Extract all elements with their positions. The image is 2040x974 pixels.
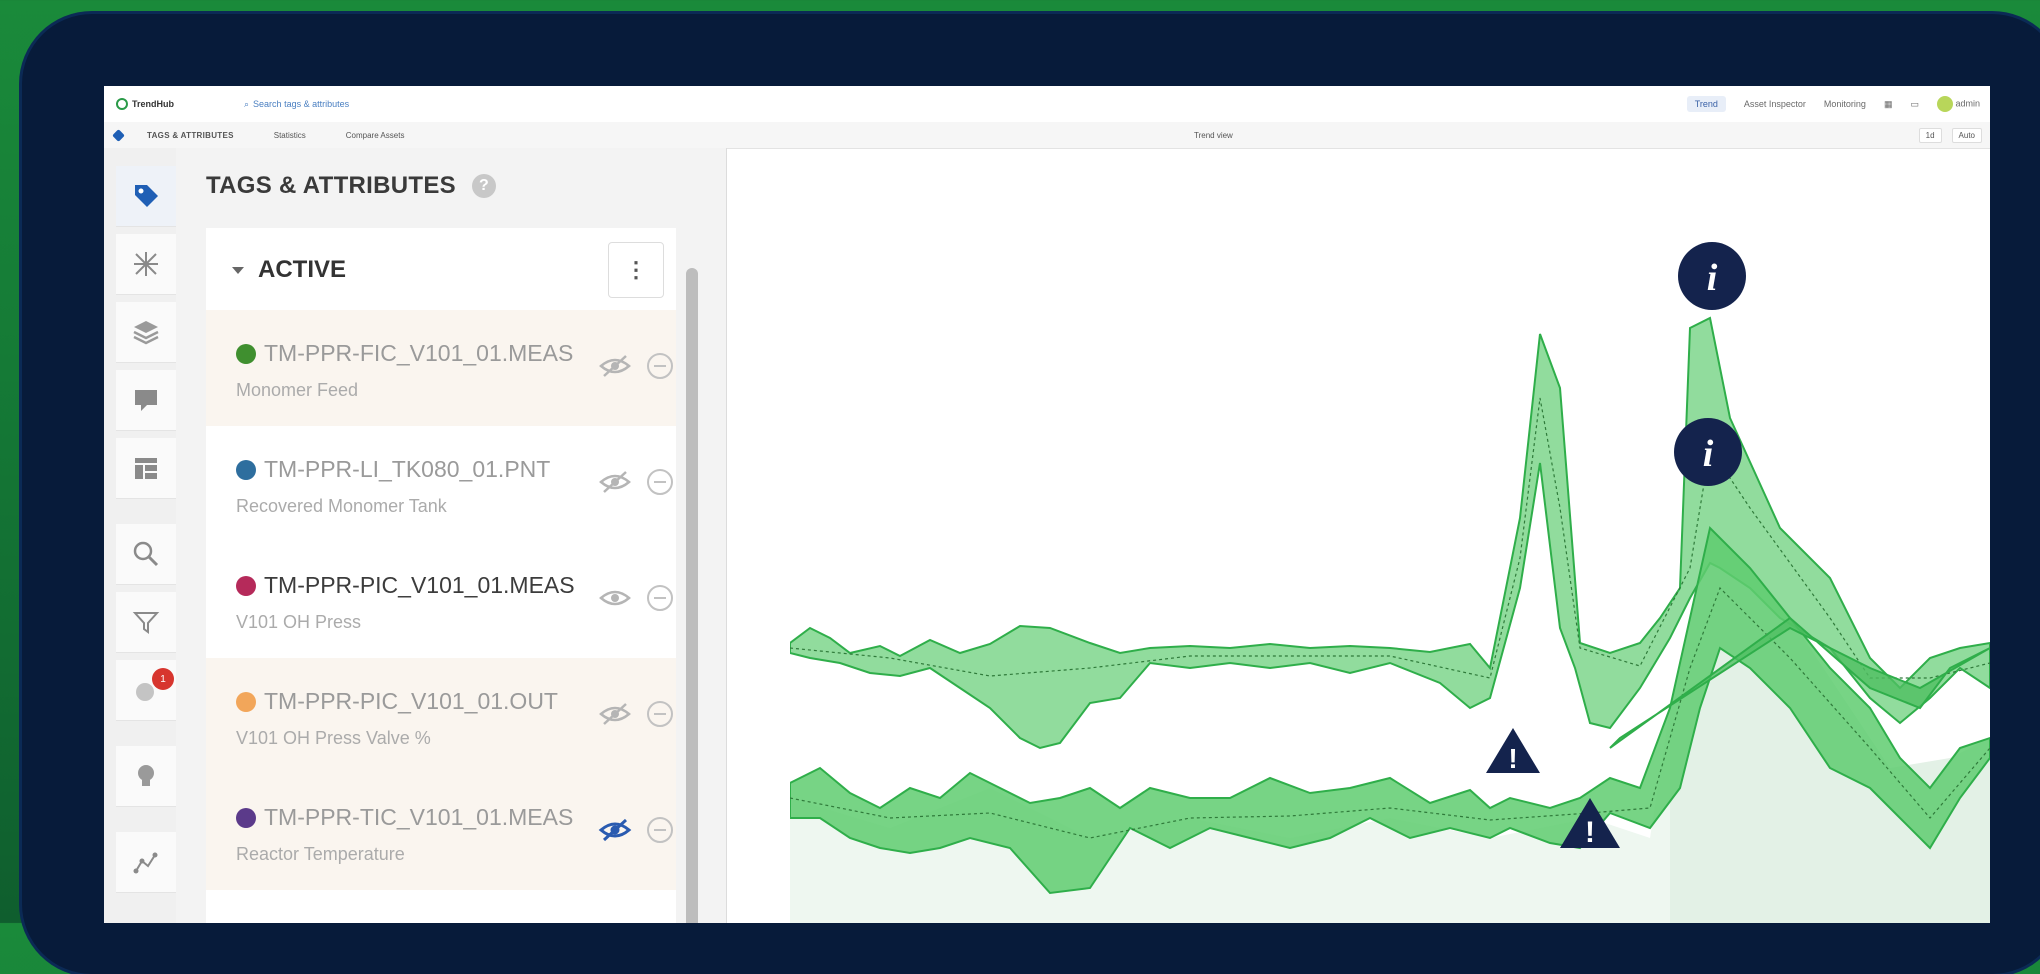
breadcrumb[interactable]: TAGS & ATTRIBUTES xyxy=(147,131,234,140)
lightbulb-icon xyxy=(138,765,154,786)
app-screen: TrendHub ⌕ Search tags & attributes Tren… xyxy=(104,86,1990,923)
grid-icon[interactable]: ▦ xyxy=(1884,99,1893,110)
tags-panel: TAGS & ATTRIBUTES ? ACTIVE ⋮ TM-PPR-FIC_… xyxy=(176,148,727,923)
tag-description: Reactor Temperature xyxy=(236,844,405,864)
section-title: ACTIVE xyxy=(258,256,347,283)
user-menu[interactable]: admin xyxy=(1936,96,1980,112)
app-logo[interactable]: TrendHub xyxy=(116,98,174,110)
warning-marker[interactable]: ! xyxy=(1486,728,1540,774)
trend-icon xyxy=(133,852,158,874)
tag-description: V101 OH Press xyxy=(236,612,362,632)
top-nav: Trend Asset Inspector Monitoring ▦ ▭ adm… xyxy=(1686,96,1980,112)
tag-name: TM-PPR-PIC_V101_01.OUT xyxy=(264,688,558,714)
series-color-dot xyxy=(236,692,256,712)
eye-hidden-active-icon[interactable] xyxy=(598,818,632,842)
eye-hidden-icon[interactable] xyxy=(598,354,632,378)
eye-hidden-icon[interactable] xyxy=(598,470,632,494)
nav-trend[interactable]: Trend xyxy=(1686,96,1726,112)
eye-visible-icon[interactable] xyxy=(598,586,632,610)
scrollbar-thumb[interactable] xyxy=(686,268,698,923)
remove-icon[interactable] xyxy=(646,352,674,380)
svg-text:i: i xyxy=(1707,257,1718,299)
series-color-dot xyxy=(236,808,256,828)
tag-name: TM-PPR-TIC_V101_01.MEAS xyxy=(264,804,574,830)
user-name: admin xyxy=(1955,98,1980,109)
avatar xyxy=(1936,96,1953,112)
remove-icon[interactable] xyxy=(646,816,674,844)
rail-dashboard-button[interactable] xyxy=(116,438,176,499)
tag-description: V101 OH Press Valve % xyxy=(236,728,431,748)
dashboard-icon xyxy=(135,458,157,479)
search-box[interactable]: ⌕ Search tags & attributes xyxy=(244,99,349,110)
svg-text:i: i xyxy=(1703,433,1714,475)
collapse-caret-icon[interactable] xyxy=(232,266,244,274)
active-section-header[interactable]: ACTIVE ⋮ xyxy=(206,228,676,311)
logo-icon xyxy=(116,98,128,110)
series-color-dot xyxy=(236,576,256,596)
tag-icon xyxy=(135,185,158,207)
app-name: TrendHub xyxy=(132,99,174,109)
panel-title: TAGS & ATTRIBUTES ? xyxy=(206,172,496,200)
rail-asset-tree-button[interactable] xyxy=(116,234,176,295)
layers-icon xyxy=(133,321,159,345)
tag-description: Recovered Monomer Tank xyxy=(236,496,447,516)
info-marker[interactable]: i xyxy=(1674,418,1742,486)
rail-comments-button[interactable] xyxy=(116,370,176,431)
nav-monitoring[interactable]: Monitoring xyxy=(1824,99,1866,109)
range-selector[interactable]: 1d xyxy=(1918,127,1942,143)
trend-chart[interactable]: ! ! i i xyxy=(790,148,1990,923)
rail-search-button[interactable] xyxy=(116,524,176,585)
remove-icon[interactable] xyxy=(646,584,674,612)
svg-text:!: ! xyxy=(1508,743,1517,774)
rail-notifications-button[interactable]: 1 xyxy=(116,660,176,721)
remove-icon[interactable] xyxy=(646,468,674,496)
tag-name: TM-PPR-PIC_V101_01.MEAS xyxy=(264,572,575,598)
asset-tree-icon xyxy=(134,252,158,276)
rail-tags-button[interactable] xyxy=(116,166,176,227)
compare-assets-button[interactable]: Compare Assets xyxy=(346,131,405,140)
eye-hidden-icon[interactable] xyxy=(598,702,632,726)
section-menu-button[interactable]: ⋮ xyxy=(608,242,664,298)
tag-item[interactable]: TM-PPR-PIC_V101_01.OUT V101 OH Press Val… xyxy=(206,658,676,775)
statistics-button[interactable]: Statistics xyxy=(274,131,306,140)
svg-text:!: ! xyxy=(1585,816,1595,849)
toolbar: TAGS & ATTRIBUTES Statistics Compare Ass… xyxy=(104,122,1990,149)
remove-icon[interactable] xyxy=(646,700,674,728)
series-color-dot xyxy=(236,460,256,480)
notification-badge: 1 xyxy=(152,668,174,690)
series-color-dot xyxy=(236,344,256,364)
tag-item[interactable]: TM-PPR-TIC_V101_01.MEAS Reactor Temperat… xyxy=(206,774,676,891)
rail-trend-button[interactable] xyxy=(116,832,176,893)
scale-selector[interactable]: Auto xyxy=(1951,127,1982,143)
panel-scrollbar[interactable] xyxy=(686,268,698,923)
search-placeholder: Search tags & attributes xyxy=(253,99,350,109)
view-title: Trend view xyxy=(1194,130,1233,140)
info-marker[interactable]: i xyxy=(1678,242,1746,310)
panel-title-text: TAGS & ATTRIBUTES xyxy=(206,172,456,199)
calendar-icon[interactable]: ▭ xyxy=(1910,99,1919,110)
top-bar: TrendHub ⌕ Search tags & attributes Tren… xyxy=(104,86,1990,123)
tag-icon-small xyxy=(112,128,125,142)
tag-name: TM-PPR-LI_TK080_01.PNT xyxy=(264,456,551,482)
tag-item[interactable]: TM-PPR-LI_TK080_01.PNT Recovered Monomer… xyxy=(206,426,676,543)
tag-item[interactable] xyxy=(206,890,676,923)
search-icon xyxy=(133,541,159,567)
comment-icon xyxy=(135,390,157,411)
tag-item[interactable]: TM-PPR-PIC_V101_01.MEAS V101 OH Press xyxy=(206,542,676,659)
help-icon[interactable]: ? xyxy=(471,174,496,198)
icon-rail: 1 xyxy=(104,148,177,923)
rail-layers-button[interactable] xyxy=(116,302,176,363)
tag-description: Monomer Feed xyxy=(236,380,359,400)
tag-item[interactable]: TM-PPR-FIC_V101_01.MEAS Monomer Feed xyxy=(206,310,676,427)
nav-asset-inspector[interactable]: Asset Inspector xyxy=(1744,99,1806,109)
tag-name: TM-PPR-FIC_V101_01.MEAS xyxy=(264,340,574,366)
search-icon: ⌕ xyxy=(244,98,250,109)
rail-insights-button[interactable] xyxy=(116,746,176,807)
filter-icon xyxy=(132,612,160,634)
rail-filter-button[interactable] xyxy=(116,592,176,653)
